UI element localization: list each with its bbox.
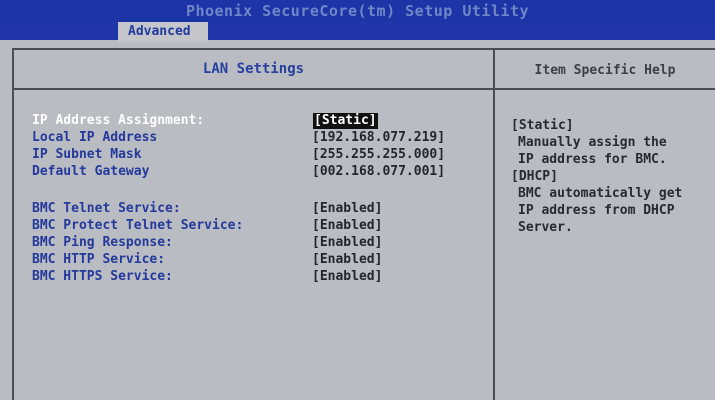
default-gateway-label: Default Gateway (32, 164, 150, 179)
bmc-protect-telnet-service-value[interactable]: [Enabled] (312, 218, 382, 234)
default-gateway-value[interactable]: [002.168.077.001] (312, 164, 445, 180)
panel-title: LAN Settings (14, 50, 493, 90)
help-line: BMC automatically get (518, 186, 683, 201)
help-line: [DHCP] (511, 169, 558, 184)
bmc-ping-response-value[interactable]: [Enabled] (312, 235, 382, 251)
bios-screen: Phoenix SecureCore(tm) Setup Utility Adv… (0, 0, 715, 400)
help-line: Manually assign the (518, 135, 667, 150)
setup-utility-title: Phoenix SecureCore(tm) Setup Utility (0, 0, 715, 22)
tab-advanced[interactable]: Advanced (118, 22, 208, 42)
ip-subnet-mask-value[interactable]: [255.255.255.000] (312, 147, 445, 163)
help-line: IP address from DHCP (518, 203, 675, 218)
bmc-telnet-service-label: BMC Telnet Service: (32, 201, 181, 216)
bmc-https-service-label: BMC HTTPS Service: (32, 269, 173, 284)
help-line: Server. (518, 220, 573, 235)
local-ip-address-label: Local IP Address (32, 130, 158, 145)
tab-bar (0, 22, 715, 40)
help-line: [Static] (511, 118, 574, 133)
local-ip-address-value[interactable]: [192.168.077.219] (312, 130, 445, 146)
bmc-ping-response-label: BMC Ping Response: (32, 235, 173, 250)
ip-subnet-mask-label: IP Subnet Mask (32, 147, 142, 162)
bmc-https-service-value[interactable]: [Enabled] (312, 269, 382, 285)
bmc-http-service-label: BMC HTTP Service: (32, 252, 166, 267)
bmc-telnet-service-value[interactable]: [Enabled] (312, 201, 382, 217)
ip-address-assignment-label: IP Address Assignment: (32, 113, 205, 128)
bmc-protect-telnet-service-label: BMC Protect Telnet Service: (32, 218, 244, 233)
ip-address-assignment-value[interactable]: [Static] (313, 113, 378, 129)
help-line: IP address for BMC. (518, 152, 667, 167)
help-title: Item Specific Help (495, 50, 715, 90)
bmc-http-service-value[interactable]: [Enabled] (312, 252, 382, 268)
